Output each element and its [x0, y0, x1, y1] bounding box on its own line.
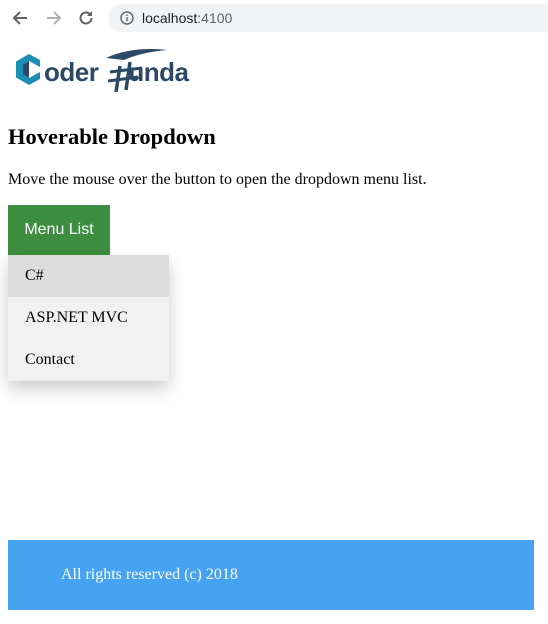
- dropdown-item-aspnet-mvc[interactable]: ASP.NET MVC: [8, 297, 169, 339]
- footer-copyright: All rights reserved (c) 2018: [61, 566, 238, 583]
- url-port: :4100: [197, 10, 233, 26]
- logo-c-mark: [16, 54, 40, 85]
- address-bar[interactable]: localhost:4100: [108, 4, 548, 32]
- info-icon[interactable]: [120, 11, 134, 25]
- page-description: Move the mouse over the button to open t…: [8, 171, 427, 188]
- dropdown-menu: C# ASP.NET MVC Contact: [8, 255, 169, 381]
- dropdown-item-contact[interactable]: Contact: [8, 339, 169, 381]
- menu-list-button[interactable]: Menu List: [8, 205, 110, 255]
- footer: All rights reserved (c) 2018: [8, 540, 534, 610]
- url-text: localhost:4100: [142, 9, 232, 27]
- reload-icon[interactable]: [74, 6, 98, 30]
- logo-hash-f-mark: [106, 49, 168, 93]
- page-title: Hoverable Dropdown: [8, 124, 216, 149]
- logo-text-left: oder: [44, 57, 99, 87]
- forward-arrow-icon[interactable]: [42, 6, 66, 30]
- back-arrow-icon[interactable]: [8, 6, 32, 30]
- dropdown-item-csharp[interactable]: C#: [8, 255, 169, 297]
- coderfunda-logo[interactable]: oder unda: [14, 44, 214, 94]
- url-host: localhost: [142, 10, 198, 26]
- browser-toolbar: localhost:4100: [0, 0, 548, 36]
